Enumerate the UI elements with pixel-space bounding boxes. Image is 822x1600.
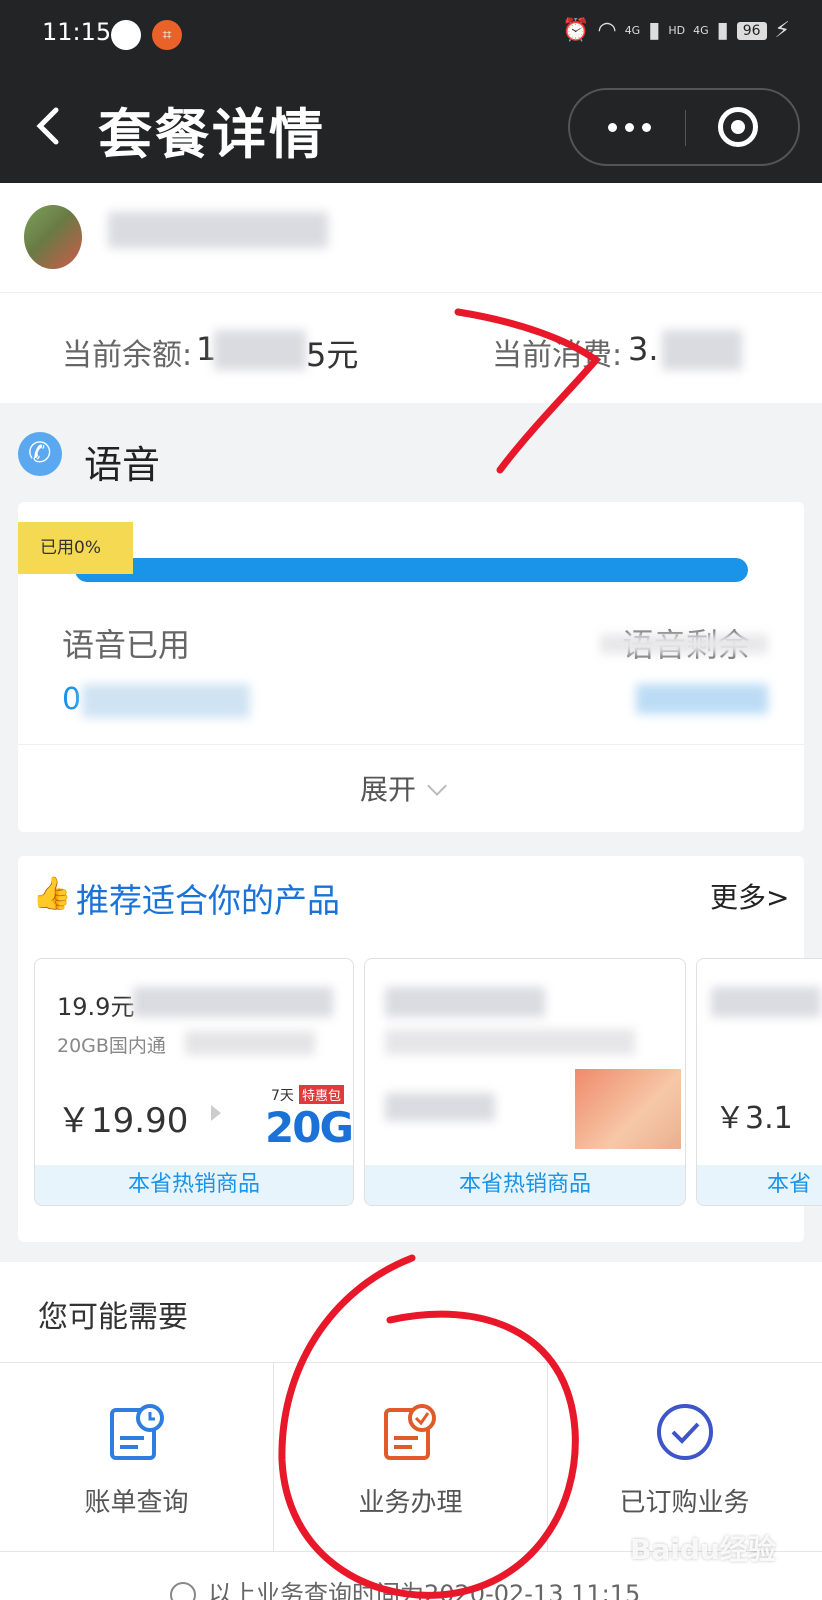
screenshot-app-icon: ⌗ (152, 20, 182, 50)
arrow-right-icon (211, 1105, 221, 1121)
product-price: ￥3.1 (715, 1101, 793, 1136)
more-menu-button[interactable] (570, 90, 685, 164)
voice-section-title: 语音 (84, 443, 161, 487)
redacted-product-desc (185, 1031, 315, 1055)
product-price: ￥19.90 (57, 1101, 189, 1141)
bill-query-label: 账单查询 (84, 1488, 189, 1518)
avatar (24, 205, 82, 269)
signal-icon-2: ▮ (716, 18, 729, 43)
spend-label: 当前消费: (492, 338, 623, 373)
baidu-watermark-url: jingyan.baidu.com (636, 1566, 756, 1581)
balance-unit: 5元 (306, 336, 359, 374)
wifi-icon: ◠ (597, 18, 617, 43)
product-footer: 本省 (697, 1165, 822, 1205)
chevron-left-icon (36, 107, 59, 145)
redacted-remaining-value (636, 684, 768, 714)
query-time-text: 以上业务查询时间为2020-02-13 11:15 (208, 1580, 641, 1600)
thumb-days: 7天 (271, 1088, 294, 1104)
product-thumbnail: 7天 特惠包 20G (265, 1085, 353, 1161)
chevron-down-icon (427, 776, 447, 796)
product-name: 19.9元 (57, 993, 135, 1021)
bill-query-icon (110, 1404, 164, 1460)
subscribed-services-label: 已订购业务 (619, 1488, 750, 1518)
voice-usage-bar (75, 558, 748, 582)
subscribed-check-icon (657, 1404, 713, 1460)
thumb-tag: 特惠包 (299, 1085, 345, 1104)
capsule-divider (685, 110, 686, 146)
spend-value: 3. (628, 330, 659, 368)
voice-used-value: 0 (62, 682, 82, 717)
redacted-balance (214, 330, 306, 370)
phone-icon (18, 432, 62, 476)
recommend-title: 推荐适合你的产品 (76, 881, 340, 920)
expand-button[interactable]: 展开 (360, 768, 447, 808)
product-footer: 本省热销商品 (365, 1165, 685, 1205)
product-card[interactable]: 本省热销商品 (364, 958, 686, 1206)
expand-label: 展开 (360, 773, 417, 806)
network-4g-label-2: 4G (693, 23, 709, 37)
clock-icon (170, 1582, 196, 1600)
redacted-used-value (82, 684, 250, 718)
subscribed-services-button[interactable]: 已订购业务 (548, 1362, 821, 1552)
redacted-product-desc (385, 1029, 635, 1055)
baidu-watermark: Baidu经验 (630, 1533, 776, 1566)
voice-divider (18, 744, 804, 745)
product-footer: 本省热销商品 (35, 1165, 353, 1205)
status-indicators: ⏰ ◠ 4G ▮ HD 4G ▮ 96 ⚡ (562, 18, 790, 43)
more-dot-icon (608, 123, 617, 132)
alarm-icon: ⏰ (562, 18, 590, 43)
signal-icon: ▮ (648, 18, 661, 43)
voice-used-label: 语音已用 (62, 626, 191, 664)
network-hd-label: HD (668, 23, 686, 37)
thumbs-up-icon: 👍 (32, 874, 72, 912)
battery-level: 96 (736, 21, 767, 40)
product-card[interactable]: ￥3.1 本省 (696, 958, 822, 1206)
charging-icon: ⚡ (774, 18, 790, 43)
used-percent-badge: 已用0% (18, 522, 133, 574)
service-handle-icon (384, 1404, 436, 1460)
more-dot-icon (625, 123, 634, 132)
may-need-title: 您可能需要 (38, 1300, 188, 1335)
redacted-product-price (385, 1093, 495, 1121)
service-handle-label: 业务办理 (358, 1488, 463, 1518)
more-products-link[interactable]: 更多> (710, 876, 789, 916)
bill-query-button[interactable]: 账单查询 (0, 1362, 273, 1552)
redacted-user-name (108, 212, 328, 248)
network-4g-label: 4G (624, 23, 641, 37)
page-title: 套餐详情 (98, 103, 326, 166)
product-desc: 20GB国内通 (57, 1035, 166, 1057)
more-dot-icon (642, 123, 651, 132)
service-handle-button[interactable]: 业务办理 (274, 1362, 547, 1552)
redacted-product-name (133, 987, 333, 1017)
balance-label: 当前余额: (62, 338, 193, 373)
close-mini-program-button[interactable] (718, 107, 758, 147)
status-dot-icon (111, 20, 141, 50)
redacted-product-name (385, 987, 545, 1017)
product-card[interactable]: 19.9元 20GB国内通 ￥19.90 7天 特惠包 20G 本省热销商品 (34, 958, 354, 1206)
status-time: 11:15 (42, 18, 112, 46)
thumb-data-amount: 20G (265, 1103, 353, 1152)
redacted-product-name (711, 987, 821, 1017)
redacted-remaining-label (600, 634, 768, 654)
back-button[interactable] (30, 96, 70, 156)
redacted-spend (662, 330, 742, 370)
mini-program-capsule (568, 88, 800, 166)
voice-usage-fill (75, 558, 748, 582)
product-thumbnail (575, 1069, 681, 1149)
query-time-footer: 以上业务查询时间为2020-02-13 11:15 (170, 1574, 640, 1600)
